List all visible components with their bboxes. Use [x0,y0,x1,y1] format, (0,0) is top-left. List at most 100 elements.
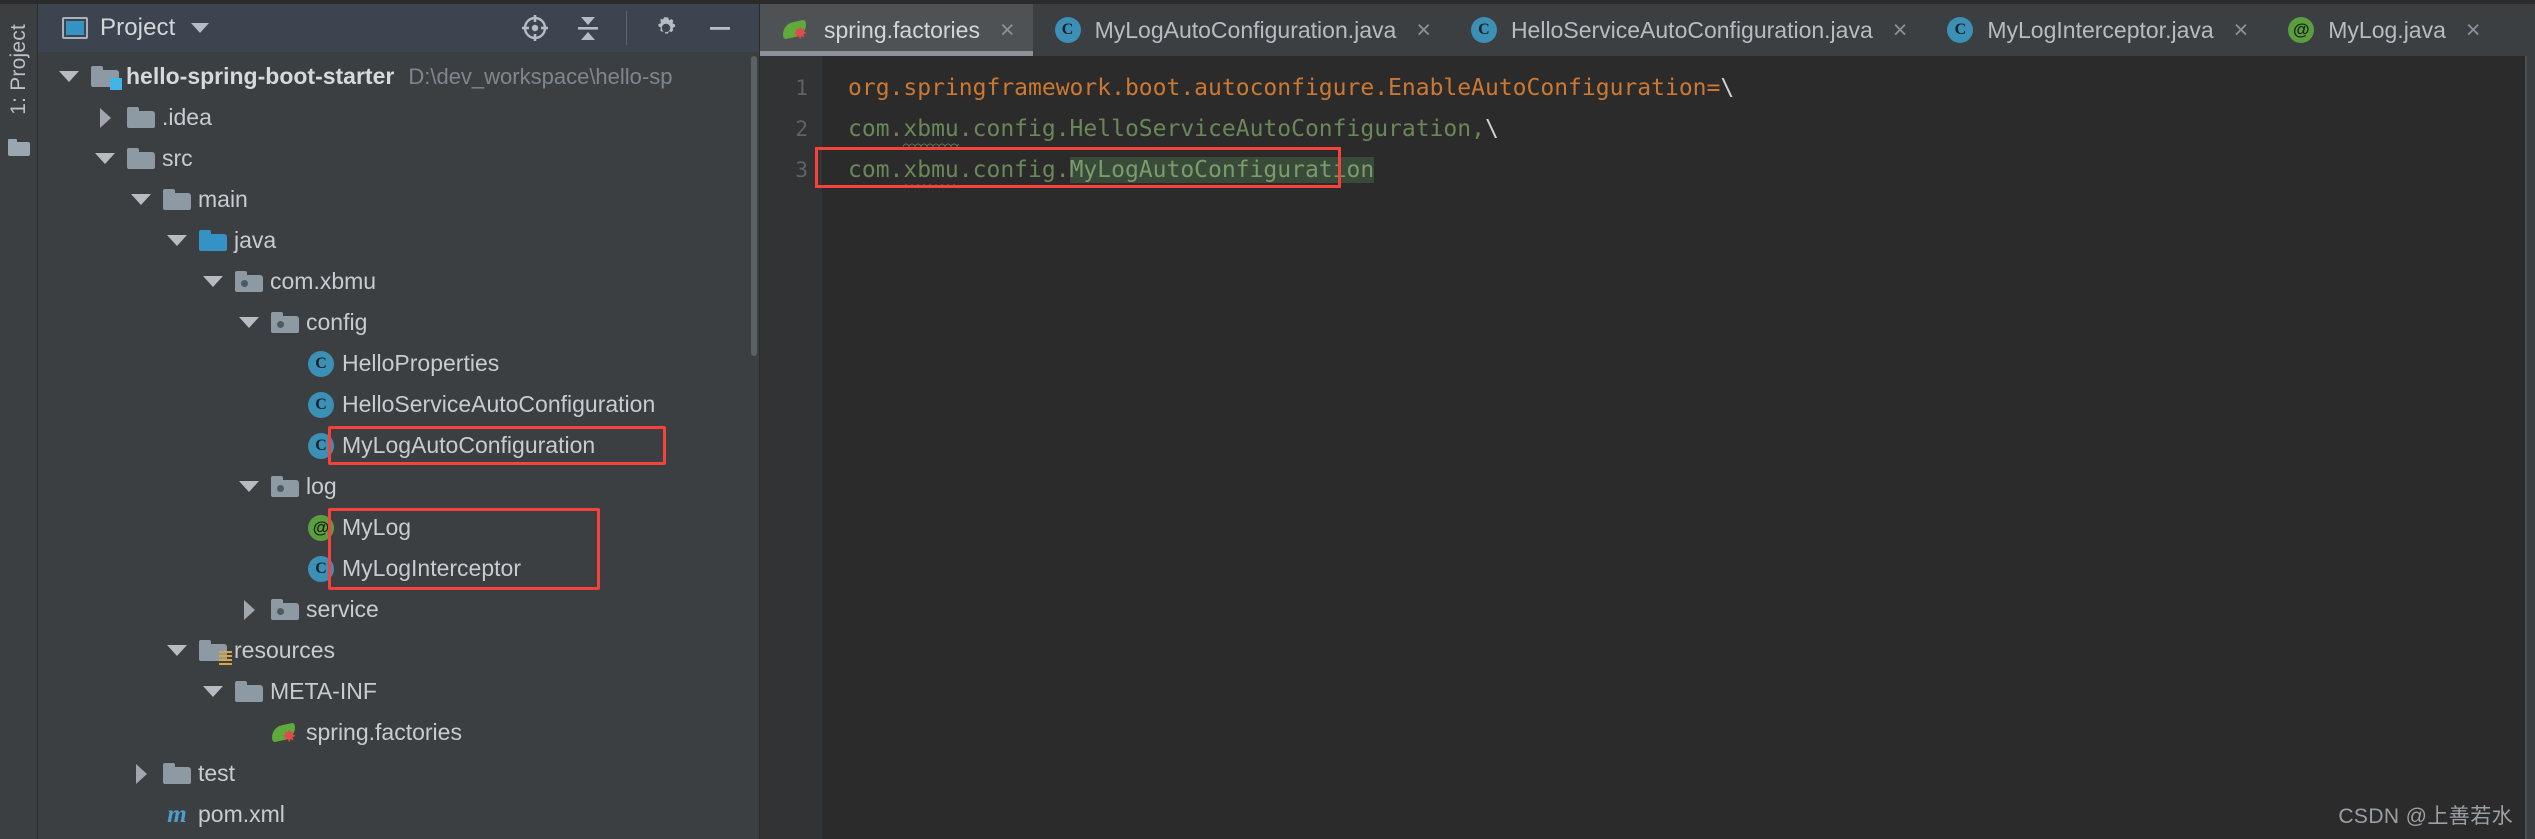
spring-leaf-icon: ✸ [269,722,299,745]
source-root-folder-icon [199,230,227,251]
java-class-icon: C [1470,17,1497,43]
tree-row[interactable]: main [38,179,759,220]
tree-node-label: MyLogInterceptor [342,555,521,581]
tree-row[interactable]: ✸ spring.factories [38,712,759,753]
maven-icon: m [167,800,187,828]
tree-node-icon-slot: @ [302,514,340,541]
tree-node-icon-slot [194,230,232,251]
folder-icon [163,763,191,784]
project-panel-title-group[interactable]: Project [62,14,210,42]
tree-row[interactable]: resources [38,630,759,671]
tree-row[interactable]: hello-spring-boot-starter D:\dev_workspac… [38,56,759,97]
tool-window-tab-project[interactable]: 1: Project [7,12,31,125]
code-line[interactable]: org.springframework.boot.autoconfigure.E… [848,68,2535,109]
tree-node-icon-slot: C [302,555,340,582]
tree-row[interactable]: C HelloProperties [38,343,759,384]
folder-icon [235,681,263,702]
chevron-down-icon[interactable] [160,235,194,246]
tree-node-icon-slot [230,681,268,702]
tree-node-icon-slot: m [158,801,196,829]
chevron-down-icon[interactable] [232,317,266,328]
tree-node-icon-slot [158,763,196,784]
editor-code-content[interactable]: org.springframework.boot.autoconfigure.E… [815,56,2535,839]
tree-node-icon-slot: ✸ [266,722,304,745]
editor-body: 1 2 3 org.springframework.boot.autoconfigu… [760,56,2535,839]
locate-target-icon[interactable] [520,13,550,43]
close-icon[interactable]: × [994,17,1015,43]
left-tool-stripe: 1: Project [0,0,38,839]
chevron-down-icon[interactable] [124,194,158,205]
editor-tab[interactable]: C HelloServiceAutoConfiguration.java × [1449,4,1925,56]
tree-row[interactable]: test [38,753,759,794]
tree-node-label: test [198,760,236,786]
project-tool-window: Project hello-spring-boot-starter D:\dev… [38,0,760,839]
java-class-icon: C [308,391,334,418]
chevron-down-icon[interactable] [160,645,194,656]
code-line[interactable]: com.xbmu.config.MyLogAutoConfiguration [848,150,2535,191]
tree-row[interactable]: config [38,302,759,343]
project-tree-scrollbar[interactable] [751,56,757,356]
chevron-right-icon[interactable] [124,763,158,784]
editor-tab-bar[interactable]: ✸ spring.factories × C MyLogAutoConfiguratio… [760,0,2535,56]
chevron-down-icon[interactable] [191,23,210,33]
chevron-right-icon[interactable] [232,599,266,620]
editor-tab-label: MyLogAutoConfiguration.java [1094,16,1397,43]
editor-tab[interactable]: ✸ spring.factories × [760,4,1033,56]
tree-row[interactable]: C MyLogInterceptor [38,548,759,589]
editor-tab[interactable]: @ MyLog.java × [2266,4,2498,56]
tree-node-label: log [306,473,337,499]
toolbar-separator [626,11,627,45]
editor-tab[interactable]: C MyLogAutoConfiguration.java × [1033,4,1449,56]
tree-node-label: main [198,186,248,212]
tree-node-label: com.xbmu [270,268,377,294]
tree-node-label: config [306,309,368,335]
chevron-down-icon[interactable] [196,686,230,697]
gear-icon[interactable] [651,13,681,43]
chevron-right-icon[interactable] [88,107,122,128]
chevron-down-icon[interactable] [88,153,122,164]
tree-row[interactable]: C MyLogAutoConfiguration [38,425,759,466]
code-token: MyLogAutoConfiguration [1069,157,1375,183]
tree-row[interactable]: service [38,589,759,630]
project-tree[interactable]: hello-spring-boot-starter D:\dev_workspac… [38,52,759,839]
tree-row[interactable]: com.xbmu [38,261,759,302]
tree-node-icon-slot [194,640,232,665]
editor-area: ✸ spring.factories × C MyLogAutoConfiguratio… [760,0,2535,839]
tree-node-label: spring.factories [306,719,462,745]
tree-node-label: pom.xml [198,801,285,827]
editor-tab-label: spring.factories [824,16,980,43]
close-icon[interactable]: × [2460,17,2481,43]
java-annotation-icon: @ [2288,17,2315,43]
chevron-down-icon[interactable] [196,276,230,287]
minimize-icon[interactable] [705,13,735,43]
tree-row[interactable]: log [38,466,759,507]
tree-node-label: HelloProperties [342,350,500,376]
chevron-down-icon[interactable] [232,481,266,492]
tree-node-icon-slot [266,599,304,620]
tree-row[interactable]: .idea [38,97,759,138]
editor-tab[interactable]: C MyLogInterceptor.java × [1925,4,2266,56]
tree-row[interactable]: java [38,220,759,261]
collapse-all-icon[interactable] [574,13,602,43]
tree-node-icon-slot: C [302,432,340,459]
close-icon[interactable]: × [1410,17,1431,43]
code-token: com.xbmu.config.HelloServiceAutoConfigur… [848,116,1485,142]
code-line[interactable]: com.xbmu.config.HelloServiceAutoConfigur… [848,109,2535,150]
tree-node-label: service [306,596,379,622]
chevron-down-icon[interactable] [52,71,86,82]
tree-row[interactable]: src [38,138,759,179]
java-class-icon: C [308,432,334,459]
line-number: 1 [795,76,808,100]
close-icon[interactable]: × [1887,17,1908,43]
code-token: \ [1484,116,1499,142]
tree-node-label: .idea [162,104,212,130]
line-number: 2 [795,117,808,141]
project-path-hint: D:\dev_workspace\hello-sp [408,63,673,89]
tree-row[interactable]: External Libraries [38,835,759,839]
tree-row[interactable]: m pom.xml [38,794,759,835]
tree-row[interactable]: @ MyLog [38,507,759,548]
tree-row[interactable]: META-INF [38,671,759,712]
inspection-squiggle [903,141,959,147]
tree-row[interactable]: C HelloServiceAutoConfiguration [38,384,759,425]
close-icon[interactable]: × [2228,17,2249,43]
